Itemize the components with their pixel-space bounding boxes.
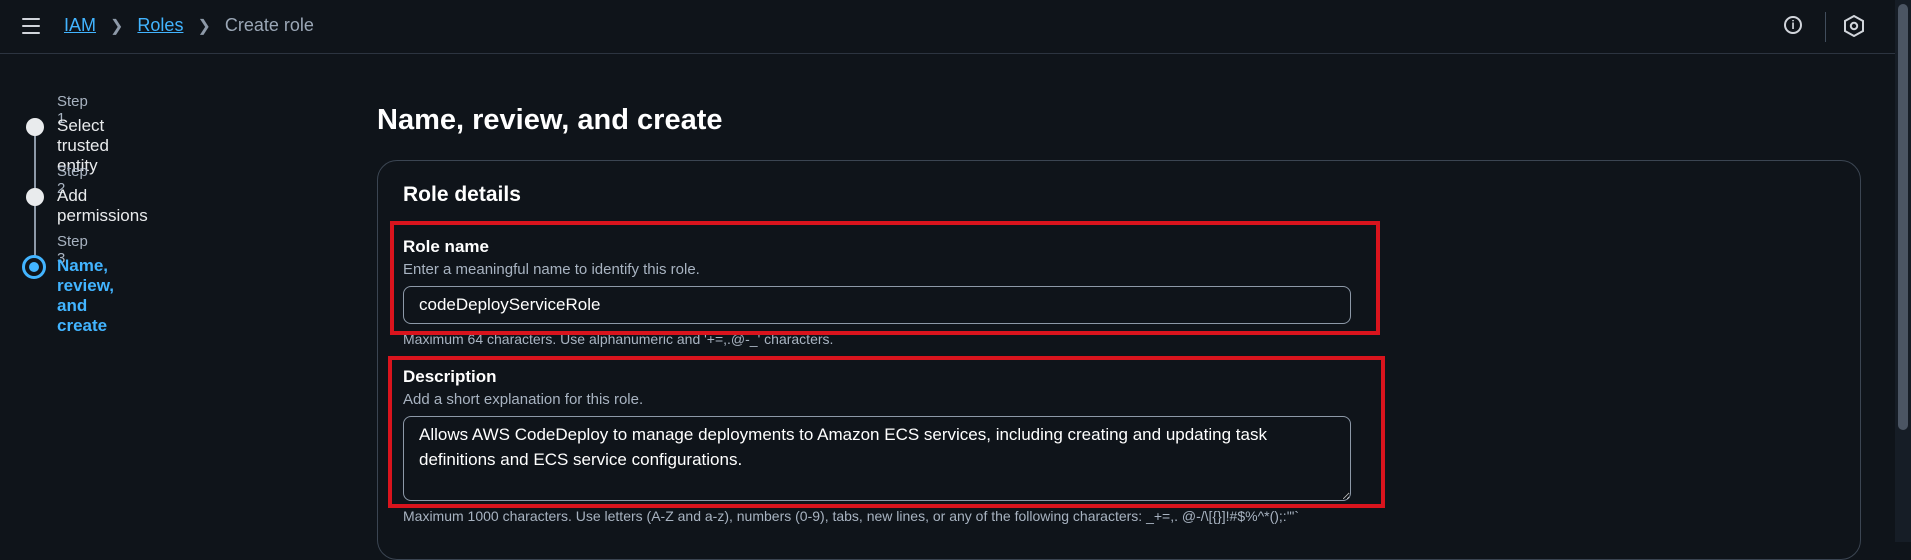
hexagon-icon[interactable] [1844, 15, 1864, 37]
step-3-indicator [22, 255, 46, 279]
step-3-name: Name, review, and create [57, 256, 115, 335]
role-name-label: Role name [403, 237, 489, 256]
role-name-input[interactable] [403, 286, 1351, 324]
breadcrumb: IAM ❯ Roles ❯ Create role [64, 15, 314, 36]
role-name-constraint: Maximum 64 characters. Use alphanumeric … [403, 331, 834, 347]
scrollbar-thumb[interactable] [1898, 4, 1908, 430]
breadcrumb-iam-link[interactable]: IAM [64, 15, 96, 36]
top-navigation-bar: IAM ❯ Roles ❯ Create role i [0, 0, 1895, 54]
step-connector [34, 135, 36, 190]
step-1-indicator [26, 118, 44, 136]
divider [1825, 12, 1826, 42]
step-connector [34, 205, 36, 260]
description-textarea[interactable]: Allows AWS CodeDeploy to manage deployme… [403, 416, 1351, 501]
description-hint: Add a short explanation for this role. [403, 391, 644, 408]
page-title: Name, review, and create [377, 104, 723, 136]
step-2-name[interactable]: Add permissions [57, 186, 148, 226]
description-constraint: Maximum 1000 characters. Use letters (A-… [403, 508, 1299, 524]
role-name-hint: Enter a meaningful name to identify this… [403, 261, 700, 278]
info-icon[interactable]: i [1784, 16, 1802, 34]
role-details-title: Role details [403, 183, 521, 206]
breadcrumb-roles-link[interactable]: Roles [137, 15, 183, 36]
step-2-indicator [26, 188, 44, 206]
chevron-right-icon: ❯ [197, 17, 211, 35]
breadcrumb-current: Create role [224, 15, 314, 35]
description-label: Description [403, 367, 497, 386]
chevron-right-icon: ❯ [110, 17, 124, 35]
hamburger-icon[interactable] [22, 18, 40, 34]
